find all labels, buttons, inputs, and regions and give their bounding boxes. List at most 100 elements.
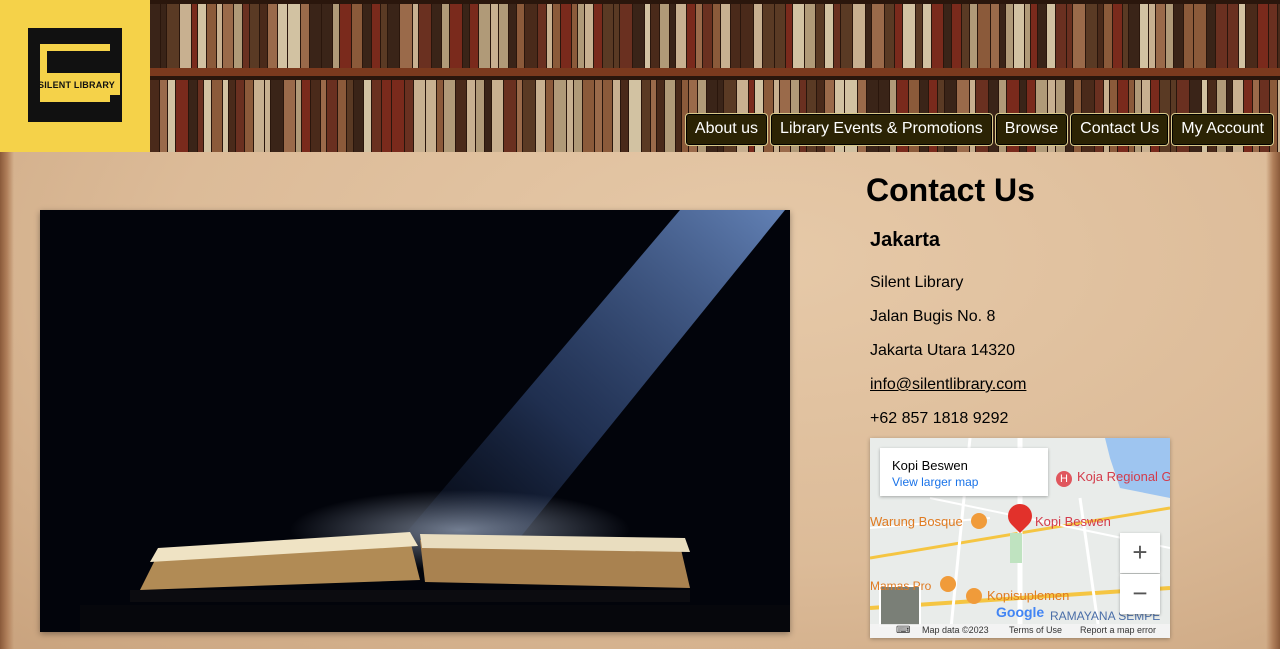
book-spine bbox=[620, 4, 632, 68]
book-spine bbox=[1006, 4, 1013, 68]
parchment-edge-right bbox=[1266, 152, 1280, 649]
book-spine bbox=[212, 80, 222, 152]
map-data-credit: Map data ©2023 bbox=[922, 625, 989, 635]
book-spine bbox=[476, 80, 484, 152]
book-spine bbox=[388, 4, 399, 68]
book-spine bbox=[392, 80, 404, 152]
book-spine bbox=[572, 4, 577, 68]
google-logo: Google bbox=[996, 604, 1045, 620]
book-spine bbox=[538, 4, 546, 68]
logo[interactable]: SILENT LIBRARY bbox=[0, 0, 150, 152]
book-spine bbox=[372, 4, 380, 68]
map-label-warung: Warung Bosque bbox=[870, 514, 963, 529]
google-map[interactable]: Kopi Beswen View larger map H Koja Regio… bbox=[870, 438, 1170, 638]
book-spine bbox=[168, 80, 175, 152]
book-spine bbox=[567, 80, 573, 152]
book-spine bbox=[1073, 4, 1085, 68]
book-spine bbox=[340, 4, 351, 68]
book-spine bbox=[1184, 4, 1193, 68]
map-place-name: Kopi Beswen bbox=[892, 458, 968, 473]
nav-browse[interactable]: Browse bbox=[994, 113, 1069, 146]
nav-my-account[interactable]: My Account bbox=[1171, 113, 1274, 146]
book-spine bbox=[816, 4, 824, 68]
book-spine bbox=[775, 4, 785, 68]
nav-about-us[interactable]: About us bbox=[684, 113, 769, 146]
email-link[interactable]: info@silentlibrary.com bbox=[870, 376, 1026, 393]
book-spine bbox=[885, 4, 894, 68]
book-spine bbox=[754, 4, 762, 68]
book-spine bbox=[442, 4, 449, 68]
book-spine bbox=[450, 4, 462, 68]
book-spine bbox=[866, 4, 871, 68]
book-spine bbox=[364, 80, 371, 152]
book-spine bbox=[629, 80, 641, 152]
book-spine bbox=[150, 80, 159, 152]
book-spine bbox=[1269, 4, 1277, 68]
book-spine bbox=[207, 4, 216, 68]
book-spine bbox=[271, 80, 283, 152]
book-spine bbox=[1086, 4, 1097, 68]
book-spine bbox=[916, 4, 922, 68]
book-spine bbox=[1123, 4, 1128, 68]
book-spine bbox=[763, 4, 774, 68]
book-spine bbox=[676, 4, 686, 68]
book-spine bbox=[805, 4, 815, 68]
book-spine bbox=[198, 80, 203, 152]
book-spine bbox=[161, 4, 166, 68]
book-spine bbox=[1239, 4, 1245, 68]
book-spine bbox=[268, 4, 277, 68]
book-spine bbox=[265, 80, 270, 152]
book-spine bbox=[517, 4, 524, 68]
logo-mark bbox=[28, 28, 122, 122]
book-spine bbox=[382, 80, 391, 152]
book-spine bbox=[574, 80, 582, 152]
zoom-in-button[interactable]: + bbox=[1120, 533, 1160, 573]
nav-contact-us[interactable]: Contact Us bbox=[1070, 113, 1170, 146]
book-spine bbox=[338, 80, 346, 152]
book-spine bbox=[234, 4, 242, 68]
book-spine bbox=[180, 4, 191, 68]
book-spine bbox=[1000, 4, 1005, 68]
map-place-card: Kopi Beswen View larger map bbox=[880, 448, 1048, 496]
cafe-icon-2 bbox=[940, 576, 956, 592]
book-spine bbox=[372, 80, 381, 152]
hero-image-open-book bbox=[40, 210, 790, 632]
keyboard-icon[interactable]: ⌨ bbox=[896, 625, 910, 636]
book-spine bbox=[793, 4, 804, 68]
book-spine bbox=[352, 4, 362, 68]
book-spine bbox=[1156, 4, 1165, 68]
book-spine bbox=[578, 4, 584, 68]
book-spine bbox=[217, 4, 222, 68]
book-spine bbox=[978, 4, 990, 68]
book-spine bbox=[437, 80, 443, 152]
book-spine bbox=[504, 80, 516, 152]
book-spine bbox=[1246, 4, 1257, 68]
book-spine bbox=[1207, 4, 1215, 68]
terms-of-use-link[interactable]: Terms of Use bbox=[1009, 625, 1062, 635]
book-spine bbox=[841, 4, 852, 68]
map-label-mamas-pro: Mamas Pro bbox=[870, 579, 932, 593]
main-nav: About us Library Events & Promotions Bro… bbox=[684, 113, 1274, 146]
book-spine bbox=[962, 4, 969, 68]
map-label-kopisuplemen: Kopisuplemen bbox=[987, 588, 1070, 603]
map-label-pin: Kopi Beswen bbox=[1035, 514, 1111, 529]
book-spine bbox=[786, 4, 792, 68]
view-larger-map-link[interactable]: View larger map bbox=[892, 475, 978, 489]
book-spine bbox=[660, 4, 669, 68]
zoom-out-button[interactable]: − bbox=[1120, 574, 1160, 614]
book-spine bbox=[1056, 4, 1066, 68]
book-spine bbox=[223, 4, 233, 68]
book-spine bbox=[923, 4, 931, 68]
nav-library-events-promotions[interactable]: Library Events & Promotions bbox=[770, 113, 993, 146]
library-name: Silent Library bbox=[870, 274, 964, 291]
book-spine bbox=[696, 4, 702, 68]
book-spine bbox=[479, 4, 490, 68]
book-spine bbox=[467, 80, 475, 152]
book-spine bbox=[1047, 4, 1055, 68]
book-spine bbox=[432, 4, 441, 68]
report-map-error-link[interactable]: Report a map error bbox=[1080, 625, 1156, 635]
open-book-light-beam-illustration bbox=[40, 210, 790, 632]
book-spine bbox=[561, 4, 571, 68]
book-spine bbox=[651, 80, 656, 152]
book-spine bbox=[463, 4, 469, 68]
